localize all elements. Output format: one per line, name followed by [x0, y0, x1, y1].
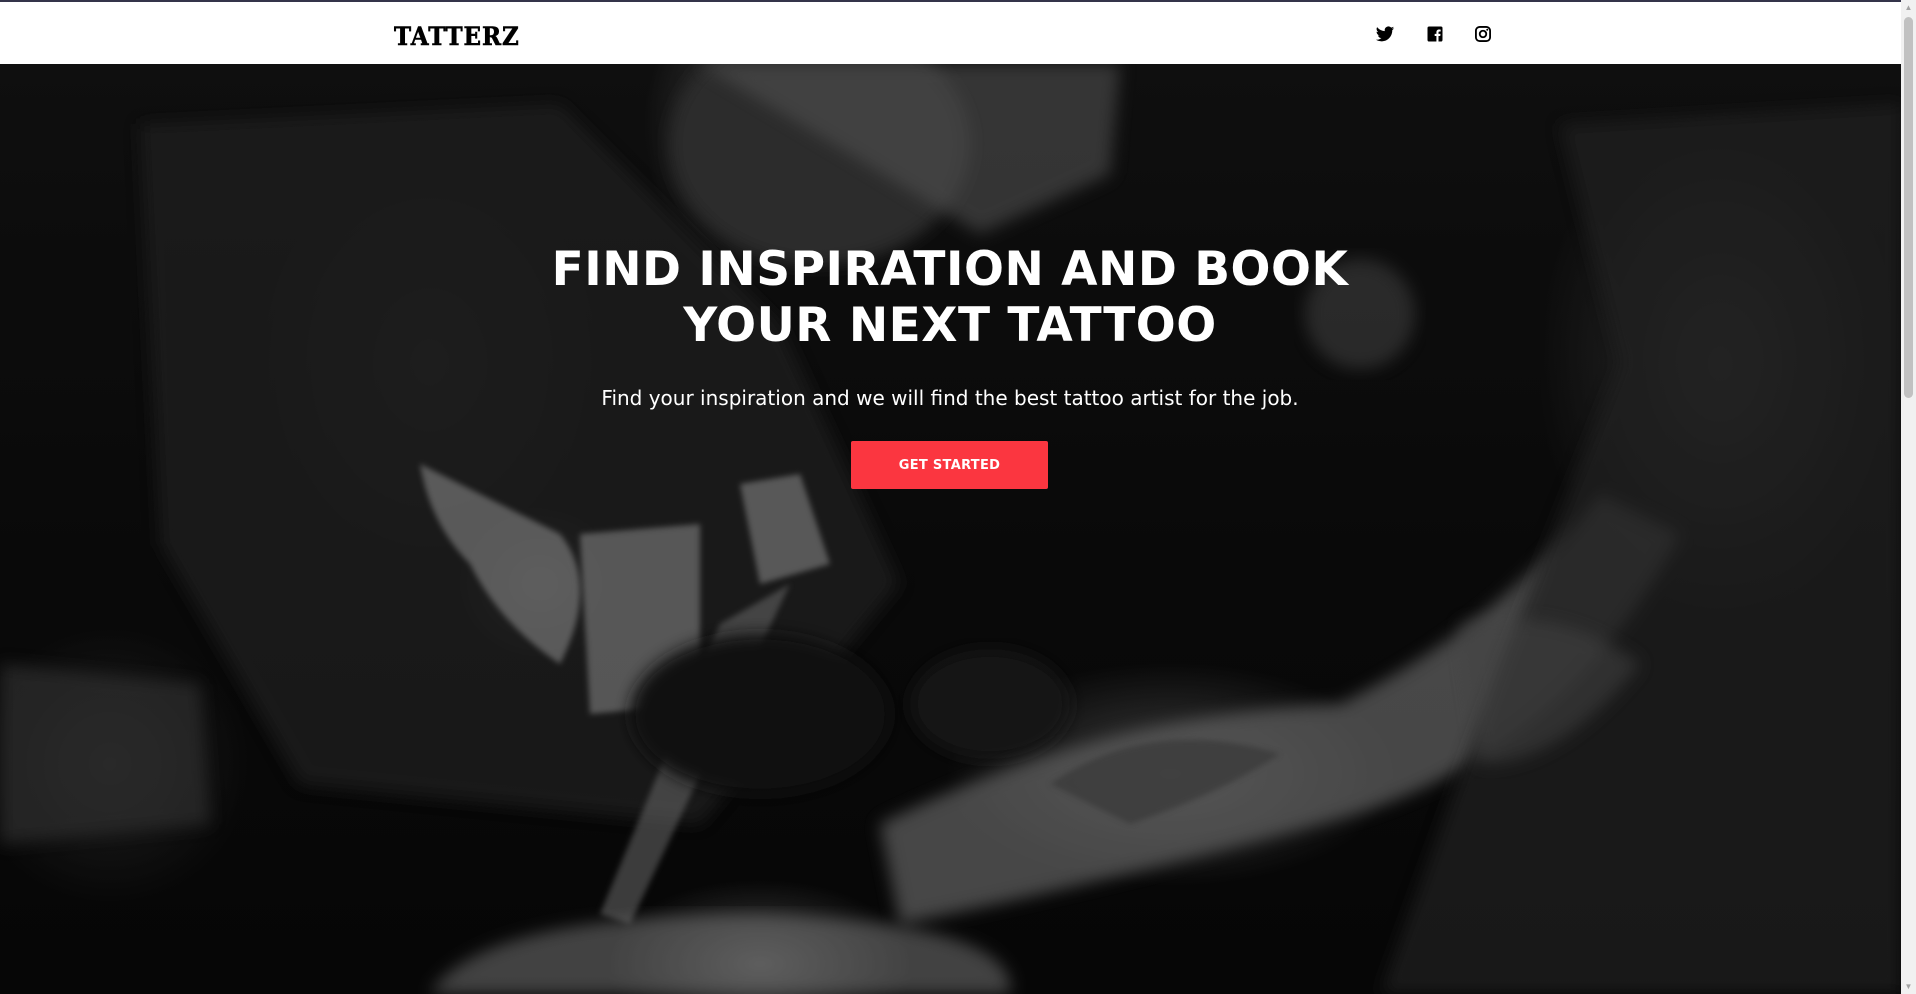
navbar: TATTERZ — [0, 2, 1901, 64]
hero-background-image — [0, 64, 1901, 994]
hero-subtitle: Find your inspiration and we will find t… — [601, 386, 1299, 410]
hero-title-line-1: FIND INSPIRATION AND BOOK — [551, 242, 1349, 297]
facebook-icon[interactable] — [1425, 24, 1445, 44]
page-scrollbar[interactable]: ▲ ▼ — [1901, 0, 1916, 994]
twitter-icon[interactable] — [1375, 24, 1395, 44]
scrollbar-thumb[interactable] — [1904, 17, 1913, 398]
instagram-icon[interactable] — [1473, 24, 1493, 44]
scroll-down-arrow-icon[interactable]: ▼ — [1901, 979, 1916, 994]
hero-title: FIND INSPIRATION AND BOOK YOUR NEXT TATT… — [500, 242, 1400, 354]
get-started-button[interactable]: GET STARTED — [851, 441, 1048, 489]
scroll-up-arrow-icon[interactable]: ▲ — [1901, 0, 1916, 15]
hero-title-line-2: YOUR NEXT TATTOO — [683, 298, 1217, 353]
hero-section: FIND INSPIRATION AND BOOK YOUR NEXT TATT… — [0, 64, 1901, 994]
brand-logo[interactable]: TATTERZ — [394, 22, 520, 52]
